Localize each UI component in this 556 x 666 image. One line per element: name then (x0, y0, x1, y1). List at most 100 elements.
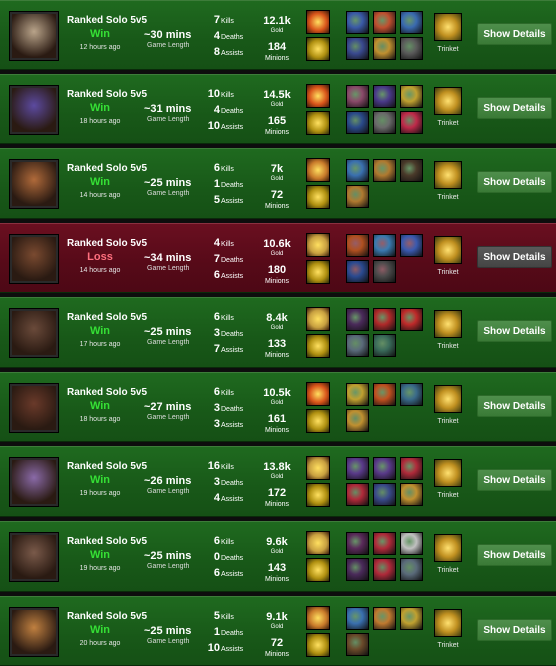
item-icon (400, 457, 423, 480)
flash-spell-icon (306, 409, 330, 433)
gold-value: 9.1k (266, 611, 288, 623)
gold-label: Gold (270, 624, 284, 630)
item-icon (346, 607, 369, 630)
item-icon (346, 308, 369, 331)
item-icon (346, 185, 369, 208)
show-details-button[interactable]: Show Details (477, 395, 552, 417)
match-row: Ranked Solo 5v5 Win 14 hours ago ~25 min… (0, 148, 556, 219)
summoner-spell-icon (306, 233, 330, 257)
game-length: ~25 mins (144, 625, 192, 637)
item-icon (373, 11, 396, 34)
assists-label: Assists (221, 646, 244, 653)
item-icon (400, 111, 423, 134)
minions-value: 72 (270, 189, 284, 201)
show-details-button[interactable]: Show Details (477, 469, 552, 491)
assists-label: Assists (221, 422, 244, 429)
kills-value: 4 (213, 237, 220, 249)
flash-spell-icon (306, 483, 330, 507)
item-icon (373, 383, 396, 406)
deaths-value: 4 (213, 30, 220, 42)
kills-label: Kills (221, 315, 234, 322)
trinket-label: Trinket (437, 343, 459, 350)
assists-stat: 8Assists (196, 46, 250, 58)
assists-value: 6 (213, 567, 220, 579)
game-length-label: Game Length (147, 488, 190, 495)
champion-portrait (10, 533, 58, 581)
kills-label: Kills (221, 166, 234, 173)
trinket-icon (434, 236, 462, 264)
match-row: Ranked Solo 5v5 Win 12 hours ago ~30 min… (0, 0, 556, 70)
game-length: ~25 mins (144, 550, 192, 562)
kills-value: 6 (213, 386, 220, 398)
deaths-label: Deaths (221, 555, 244, 562)
kills-label: Kills (221, 18, 234, 25)
kills-stat: 6Kills (196, 535, 250, 547)
item-icon (373, 457, 396, 480)
show-details-button[interactable]: Show Details (477, 171, 552, 193)
game-length-label: Game Length (147, 563, 190, 570)
item-icon (400, 532, 423, 555)
show-details-button[interactable]: Show Details (477, 619, 552, 641)
kills-label: Kills (221, 390, 234, 397)
item-icon (400, 308, 423, 331)
trinket-icon (434, 13, 462, 41)
game-length-label: Game Length (147, 265, 190, 272)
show-details-button[interactable]: Show Details (477, 320, 552, 342)
deaths-stat: 4Deaths (196, 30, 250, 42)
show-details-button[interactable]: Show Details (477, 544, 552, 566)
match-history-list: Ranked Solo 5v5 Win 12 hours ago ~30 min… (0, 0, 556, 666)
summoner-spell-icon (306, 606, 330, 630)
flash-spell-icon (306, 633, 330, 657)
trinket-icon (434, 310, 462, 338)
deaths-stat: 4Deaths (196, 104, 250, 116)
minions-label: Minions (264, 501, 290, 508)
item-icon (346, 37, 369, 60)
show-details-button[interactable]: Show Details (477, 246, 552, 268)
flash-spell-icon (306, 111, 330, 135)
trinket-icon (434, 459, 462, 487)
item-icon (400, 234, 423, 257)
queue-type: Ranked Solo 5v5 (67, 89, 148, 100)
deaths-stat: 3Deaths (196, 402, 250, 414)
summoner-spell-icon (306, 84, 330, 108)
flash-spell-icon (306, 260, 330, 284)
item-icon (346, 483, 369, 506)
match-row: Ranked Solo 5v5 Win 17 hours ago ~25 min… (0, 297, 556, 368)
item-icon (346, 457, 369, 480)
item-icon (346, 111, 369, 134)
trinket-icon (434, 87, 462, 115)
flash-spell-icon (306, 558, 330, 582)
deaths-label: Deaths (221, 630, 244, 637)
queue-type: Ranked Solo 5v5 (67, 312, 148, 323)
deaths-stat: 1Deaths (196, 626, 250, 638)
trinket-label: Trinket (437, 642, 459, 649)
kills-label: Kills (221, 614, 234, 621)
show-details-button[interactable]: Show Details (477, 23, 552, 45)
minions-value: 72 (270, 637, 284, 649)
queue-type: Ranked Solo 5v5 (67, 536, 148, 547)
item-icon (373, 159, 396, 182)
game-length-label: Game Length (147, 42, 190, 49)
match-time-ago: 18 hours ago (79, 118, 121, 125)
match-row: Ranked Solo 5v5 Loss 14 hours ago ~34 mi… (0, 223, 556, 293)
assists-value: 10 (207, 642, 220, 654)
assists-stat: 3Assists (196, 418, 250, 430)
flash-spell-icon (306, 334, 330, 358)
gold-value: 9.6k (266, 536, 288, 548)
match-time-ago: 19 hours ago (79, 565, 121, 572)
item-icon (373, 85, 396, 108)
show-details-button[interactable]: Show Details (477, 97, 552, 119)
match-result: Win (89, 176, 111, 188)
deaths-stat: 3Deaths (196, 327, 250, 339)
gold-label: Gold (270, 28, 284, 34)
minions-label: Minions (264, 651, 290, 658)
item-icon (373, 334, 396, 357)
gold-value: 12.1k (263, 15, 291, 27)
item-icon (346, 159, 369, 182)
item-icon (400, 558, 423, 581)
kills-value: 6 (213, 311, 220, 323)
gold-value: 10.5k (263, 387, 291, 399)
item-icon (373, 37, 396, 60)
minions-label: Minions (264, 427, 290, 434)
deaths-label: Deaths (221, 34, 244, 41)
